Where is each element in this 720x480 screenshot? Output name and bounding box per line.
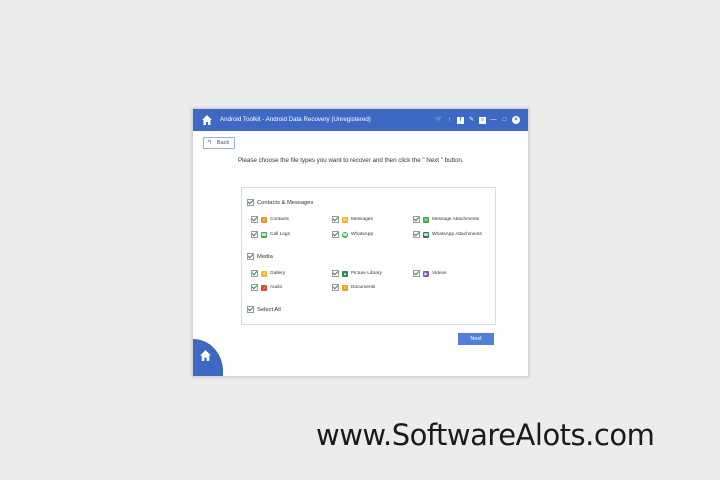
file-type-panel: Contacts & Messages ☺ Contacts ✉ Message… xyxy=(241,187,496,325)
phone-icon: ☎ xyxy=(261,231,267,238)
whatsapp-attachment-icon: ☎ xyxy=(423,231,429,238)
video-icon: ▶ xyxy=(423,270,429,277)
title-bar: Android Toolkit - Android Data Recovery … xyxy=(193,109,528,131)
app-window: Android Toolkit - Android Data Recovery … xyxy=(192,108,529,377)
home-corner-button[interactable] xyxy=(193,339,223,376)
menu-icon[interactable]: ≡ xyxy=(479,116,486,124)
key-icon[interactable]: ↑ xyxy=(446,117,453,124)
item-documents[interactable]: ≡ Documents xyxy=(332,283,375,292)
cart-icon[interactable]: 🛒 xyxy=(435,117,442,124)
select-all-checkbox[interactable] xyxy=(247,306,254,313)
item-label: Videos xyxy=(432,271,447,276)
item-label: Picture Library xyxy=(351,271,382,276)
checkbox[interactable] xyxy=(251,216,258,223)
messages-icon: ✉ xyxy=(342,216,348,223)
item-label: Audio xyxy=(270,285,283,290)
item-audio[interactable]: ♪ Audio xyxy=(251,283,282,292)
next-button[interactable]: Next xyxy=(458,333,494,345)
close-icon[interactable]: × xyxy=(512,116,520,124)
contacts-messages-checkbox[interactable] xyxy=(247,199,254,206)
checkbox[interactable] xyxy=(332,231,339,238)
gallery-icon: ☀ xyxy=(261,270,267,277)
home-icon xyxy=(200,350,211,361)
checkbox[interactable] xyxy=(413,270,420,277)
window-title: Android Toolkit - Android Data Recovery … xyxy=(220,116,371,123)
item-picture-library[interactable]: ▲ Picture Library xyxy=(332,269,382,278)
item-contacts[interactable]: ☺ Contacts xyxy=(251,215,289,224)
select-all-label: Select All xyxy=(257,306,281,313)
select-all[interactable]: Select All xyxy=(247,305,281,314)
item-label: Messages xyxy=(351,217,373,222)
item-whatsapp[interactable]: ☎ WhatsApp xyxy=(332,230,373,239)
contacts-icon: ☺ xyxy=(261,216,267,223)
maximize-icon[interactable]: □ xyxy=(501,117,508,124)
item-label: Message Attachments xyxy=(432,217,480,222)
home-icon[interactable] xyxy=(201,114,213,126)
document-icon: ≡ xyxy=(342,284,348,291)
checkbox[interactable] xyxy=(332,270,339,277)
back-button[interactable]: ↰ Back xyxy=(203,137,235,149)
item-label: Documents xyxy=(351,285,376,290)
group-contacts-messages[interactable]: Contacts & Messages xyxy=(247,198,313,207)
attachment-icon: ✉ xyxy=(423,216,429,223)
checkbox[interactable] xyxy=(413,231,420,238)
item-label: Contacts xyxy=(270,217,289,222)
item-videos[interactable]: ▶ Videos xyxy=(413,269,447,278)
facebook-icon[interactable]: f xyxy=(457,116,464,124)
item-label: WhatsApp Attachments xyxy=(432,232,482,237)
feedback-icon[interactable]: ✎ xyxy=(468,117,475,124)
picture-icon: ▲ xyxy=(342,270,348,277)
item-label: Call Logs xyxy=(270,232,290,237)
checkbox[interactable] xyxy=(251,284,258,291)
group-media[interactable]: Media xyxy=(247,252,273,261)
back-button-label: Back xyxy=(217,140,230,146)
item-message-attachments[interactable]: ✉ Message Attachments xyxy=(413,215,479,224)
audio-icon: ♪ xyxy=(261,284,267,291)
media-checkbox[interactable] xyxy=(247,253,254,260)
item-call-logs[interactable]: ☎ Call Logs xyxy=(251,230,290,239)
checkbox[interactable] xyxy=(413,216,420,223)
checkbox[interactable] xyxy=(251,231,258,238)
item-whatsapp-attachments[interactable]: ☎ WhatsApp Attachments xyxy=(413,230,482,239)
minimize-icon[interactable]: — xyxy=(490,117,497,124)
group-label: Contacts & Messages xyxy=(257,199,314,206)
item-messages[interactable]: ✉ Messages xyxy=(332,215,373,224)
back-arrow-icon: ↰ xyxy=(207,140,213,146)
item-gallery[interactable]: ☀ Gallery xyxy=(251,269,285,278)
whatsapp-icon: ☎ xyxy=(342,231,348,238)
title-bar-controls: 🛒 ↑ f ✎ ≡ — □ × xyxy=(435,109,520,131)
checkbox[interactable] xyxy=(332,216,339,223)
checkbox[interactable] xyxy=(332,284,339,291)
instruction-text: Please choose the file types you want to… xyxy=(238,157,464,164)
checkbox[interactable] xyxy=(251,270,258,277)
item-label: WhatsApp xyxy=(351,232,374,237)
item-label: Gallery xyxy=(270,271,286,276)
watermark-text: www.SoftwareAlots.com xyxy=(316,418,655,452)
group-label: Media xyxy=(257,253,273,260)
